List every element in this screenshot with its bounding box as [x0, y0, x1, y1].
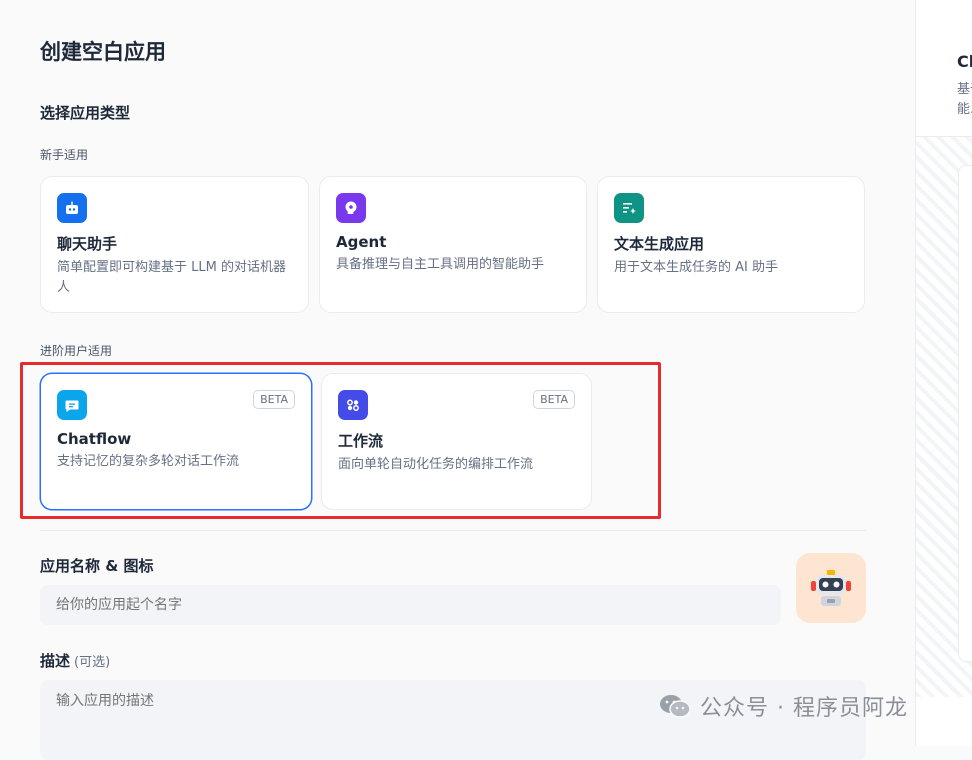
chat-bot-icon: [57, 193, 87, 223]
card-title: Agent: [336, 233, 387, 251]
app-name-input[interactable]: [40, 585, 781, 625]
card-title: 聊天助手: [57, 235, 118, 253]
page-title: 创建空白应用: [40, 40, 166, 64]
text-generation-icon: [614, 193, 644, 223]
wechat-icon: [660, 695, 691, 718]
preview-desc-line: 基于...: [957, 82, 972, 97]
description-label: 描述 (可选): [40, 650, 110, 671]
app-type-card-agent[interactable]: Agent 具备推理与自主工具调用的智能助手: [319, 176, 587, 313]
preview-card: [958, 165, 972, 662]
preview-panel: Chatflow 基于... 能...: [915, 0, 972, 746]
watermark-text: 公众号 · 程序员阿龙: [700, 696, 908, 721]
agent-icon: [336, 193, 366, 223]
card-description: 简单配置即可构建基于 LLM 的对话机器人: [57, 260, 286, 295]
optional-hint: (可选): [74, 655, 111, 670]
card-title: 文本生成应用: [614, 235, 705, 253]
preview-title: Chatflow: [957, 52, 972, 71]
app-type-card-chat-assistant[interactable]: 聊天助手 简单配置即可构建基于 LLM 的对话机器人: [40, 176, 309, 313]
watermark: 公众号 · 程序员阿龙: [658, 690, 908, 722]
robot-avatar-icon: [811, 570, 851, 606]
choose-type-heading: 选择应用类型: [40, 104, 131, 122]
app-icon-picker[interactable]: [796, 553, 866, 623]
card-description: 用于文本生成任务的 AI 助手: [614, 260, 778, 275]
card-description: 具备推理与自主工具调用的智能助手: [336, 257, 545, 272]
app-name-label: 应用名称 & 图标: [40, 557, 154, 575]
description-label-text: 描述: [40, 652, 71, 670]
preview-desc-line: 能...: [957, 102, 972, 117]
advanced-group-label: 进阶用户适用: [40, 344, 113, 358]
highlight-annotation-box: [20, 362, 661, 519]
create-app-panel: 创建空白应用 选择应用类型 新手适用 聊天助手 简单配置即可构建基于 LLM 的…: [0, 0, 915, 760]
app-type-card-text-generation[interactable]: 文本生成应用 用于文本生成任务的 AI 助手: [597, 176, 865, 313]
divider: [40, 530, 866, 531]
beginner-group-label: 新手适用: [40, 148, 89, 162]
